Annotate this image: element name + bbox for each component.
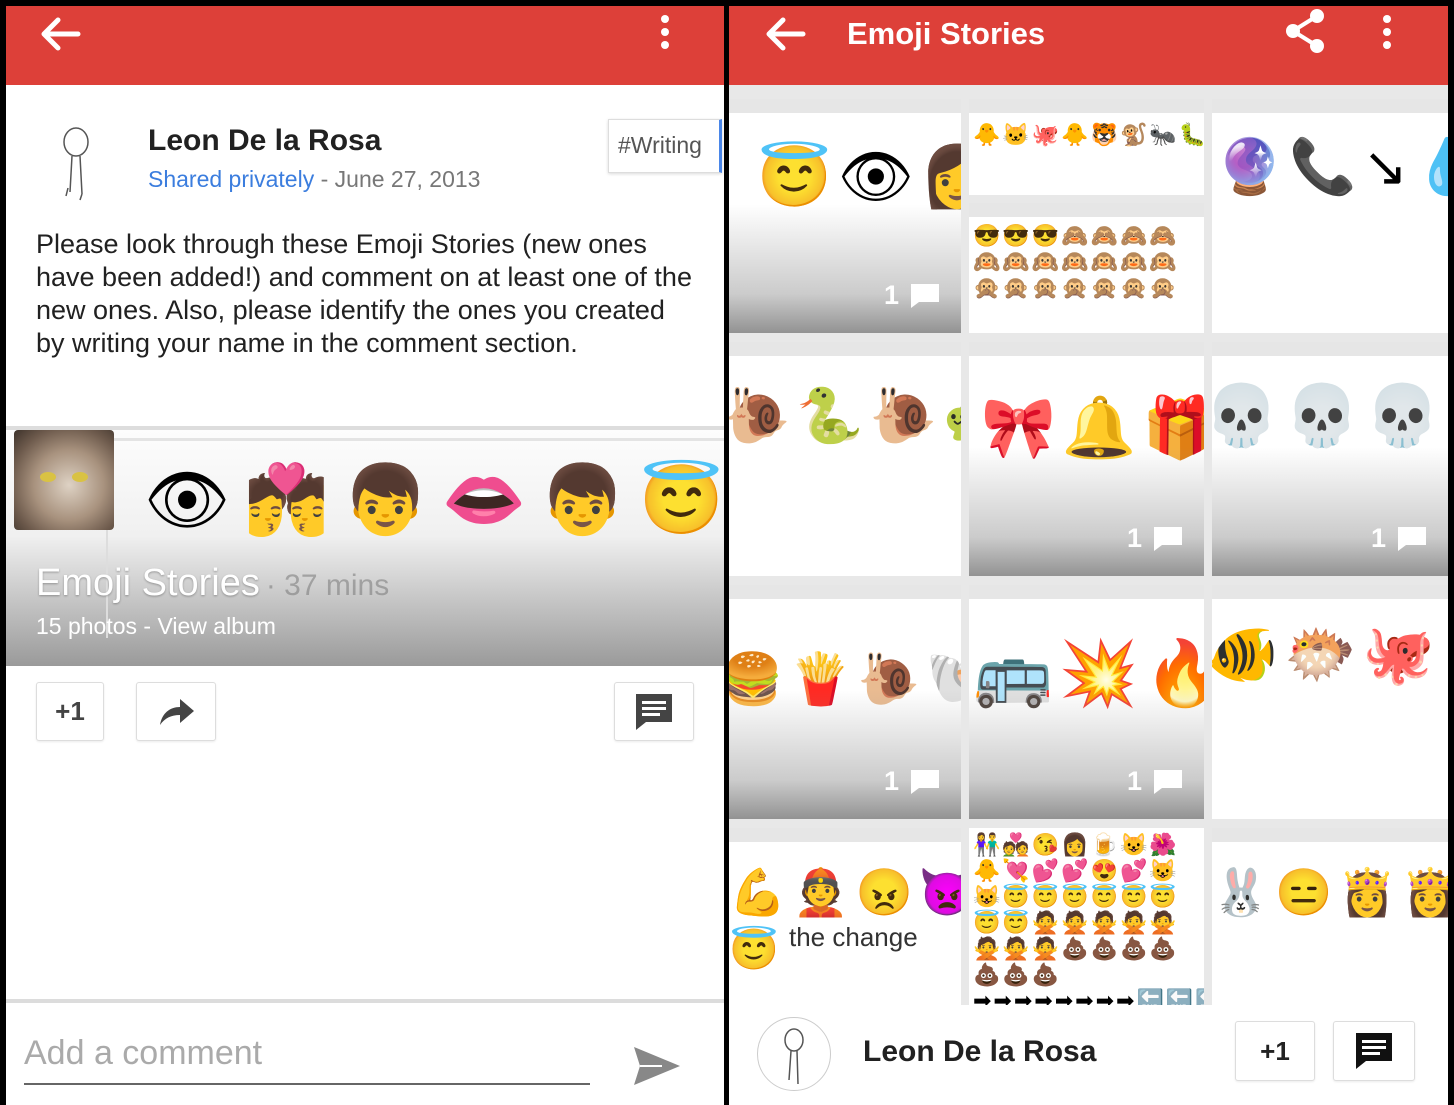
- share-icon[interactable]: [1283, 8, 1327, 54]
- comment-button[interactable]: [614, 682, 694, 741]
- share-button[interactable]: [136, 682, 216, 741]
- album-preview-emoji: 👁💏👦👄👦😇: [144, 462, 724, 538]
- photo-tile[interactable]: 🐌🐍🐌🐢: [729, 342, 961, 576]
- back-arrow-icon[interactable]: [761, 10, 811, 56]
- comment-count: 1: [1126, 766, 1142, 796]
- share-arrow-icon: [160, 698, 194, 725]
- comment-icon: [1356, 1033, 1392, 1069]
- comment-button[interactable]: [1333, 1021, 1415, 1081]
- tile-emoji: 🐠🐡🐙: [1212, 622, 1441, 687]
- comment-bubble-icon: [1154, 769, 1182, 794]
- comment-count: 1: [883, 766, 899, 796]
- author-name[interactable]: Leon De la Rosa: [148, 124, 381, 158]
- comment-bubble-icon: [911, 283, 939, 308]
- hashtag-chip[interactable]: #Writing: [608, 119, 722, 173]
- tile-emoji: 🐰😑👸👸: [1212, 866, 1448, 918]
- album-screen: Emoji Stories 😇👁👩 1 🐥🐱🐙🐥🐯🐒🐜🐛 😎😎😎🙈🙈🙈🙈🙉🙉🙉🙉…: [729, 6, 1448, 1105]
- meta-separator: -: [314, 166, 335, 192]
- album-subtitle[interactable]: 15 photos - View album: [36, 613, 276, 640]
- album-thumbnail: [14, 430, 114, 530]
- album-title-text: Emoji Stories: [36, 562, 260, 604]
- plus-one-label: +1: [55, 696, 85, 726]
- author-name[interactable]: Leon De la Rosa: [863, 1035, 1096, 1069]
- photo-tile[interactable]: 🍔🍟🐌🐚 1: [729, 585, 961, 819]
- tile-comment-count: 1: [1371, 523, 1426, 554]
- tile-comment-count: 1: [1127, 523, 1182, 554]
- comment-bar: [6, 999, 724, 1105]
- author-avatar[interactable]: [46, 124, 116, 204]
- comment-icon: [636, 693, 672, 730]
- photo-tile[interactable]: 🚌💥🔥 1: [969, 585, 1204, 819]
- tile-comment-count: 1: [1127, 766, 1182, 797]
- album-ghost-timestamp: · 37 mins: [265, 569, 390, 602]
- comment-count: 1: [1126, 523, 1142, 553]
- post-meta: Shared privately - June 27, 2013: [148, 166, 480, 193]
- post-date: June 27, 2013: [334, 166, 481, 192]
- album-card[interactable]: 👁💏👦👄👦😇 Emoji Stories · 37 mins 15 photos …: [6, 426, 724, 666]
- comment-bubble-icon: [1398, 526, 1426, 551]
- photo-tile[interactable]: 👫💑😘👩🍺😺🌺🐥💘💕💕😍💕😺😺😇😇😇😇😇😇😇😇🙅🙅🙅🙅🙅🙅🙅🙅💩💩💩💩💩💩💩➡➡…: [969, 828, 1204, 1005]
- comment-count: 1: [883, 280, 899, 310]
- photo-tile[interactable]: 💪👲😠👿 😇 the change: [729, 828, 961, 1005]
- plus-one-button[interactable]: +1: [1235, 1021, 1315, 1081]
- author-avatar[interactable]: [757, 1017, 831, 1091]
- tile-emoji-grid: 😎😎😎🙈🙈🙈🙈🙉🙉🙉🙉🙉🙉🙉🙊🙊🙊🙊🙊🙊🙊: [973, 223, 1179, 300]
- plus-one-button[interactable]: +1: [36, 682, 104, 741]
- post-detail-screen: Leon De la Rosa Shared privately - June …: [6, 6, 724, 1105]
- comment-count: 1: [1370, 523, 1386, 553]
- photo-tile[interactable]: 🔮📞↘💧: [1212, 99, 1448, 333]
- tile-comment-count: 1: [884, 766, 939, 797]
- photo-tile[interactable]: 🐰😑👸👸: [1212, 828, 1448, 1005]
- photo-tile[interactable]: 🐥🐱🐙🐥🐯🐒🐜🐛: [969, 99, 1204, 195]
- send-icon[interactable]: [632, 1043, 682, 1089]
- album-title: Emoji Stories · 37 mins: [36, 562, 389, 605]
- tile-caption: the change: [789, 922, 918, 952]
- photo-tile[interactable]: 😇👁👩 1: [729, 99, 961, 333]
- tile-emoji: 🐥🐱🐙🐥🐯🐒🐜🐛: [973, 122, 1204, 147]
- plus-one-label: +1: [1260, 1035, 1290, 1066]
- photo-tile[interactable]: 💀💀💀👽 1: [1212, 342, 1448, 576]
- tile-emoji: 💀💀💀👽: [1212, 382, 1448, 449]
- app-bar: [6, 6, 724, 85]
- photo-grid: 😇👁👩 1 🐥🐱🐙🐥🐯🐒🐜🐛 😎😎😎🙈🙈🙈🙈🙉🙉🙉🙉🙉🙉🙉🙊🙊🙊🙊🙊🙊🙊 🔮📞↘…: [729, 85, 1448, 1005]
- more-options-icon[interactable]: [650, 12, 680, 58]
- sharing-status-link[interactable]: Shared privately: [148, 166, 314, 192]
- tile-comment-count: 1: [884, 280, 939, 311]
- more-options-icon[interactable]: [1372, 12, 1402, 58]
- tile-emoji-small: 😇: [729, 928, 785, 972]
- tile-emoji: 🐌🐍🐌🐢: [729, 386, 961, 446]
- comment-bubble-icon: [1154, 526, 1182, 551]
- post-body: Please look through these Emoji Stories …: [36, 229, 692, 358]
- photo-tile[interactable]: 😎😎😎🙈🙈🙈🙈🙉🙉🙉🙉🙉🙉🙉🙊🙊🙊🙊🙊🙊🙊: [969, 203, 1204, 333]
- tile-emoji: 🔮📞↘💧: [1216, 137, 1448, 197]
- comment-bubble-icon: [911, 769, 939, 794]
- photo-tile[interactable]: 🐠🐡🐙: [1212, 585, 1448, 819]
- app-bar: Emoji Stories: [729, 6, 1448, 85]
- album-owner-bar: Leon De la Rosa +1: [729, 1005, 1448, 1105]
- tile-emoji-grid: 👫💑😘👩🍺😺🌺🐥💘💕💕😍💕😺😺😇😇😇😇😇😇😇😇🙅🙅🙅🙅🙅🙅🙅🙅💩💩💩💩💩💩💩➡➡…: [973, 832, 1204, 1005]
- avatar-sketch-icon: [784, 1028, 804, 1085]
- photo-tile[interactable]: 🎀🔔🎁 1: [969, 342, 1204, 576]
- album-title: Emoji Stories: [847, 16, 1046, 51]
- back-arrow-icon[interactable]: [36, 10, 86, 56]
- comment-input[interactable]: [24, 1023, 590, 1085]
